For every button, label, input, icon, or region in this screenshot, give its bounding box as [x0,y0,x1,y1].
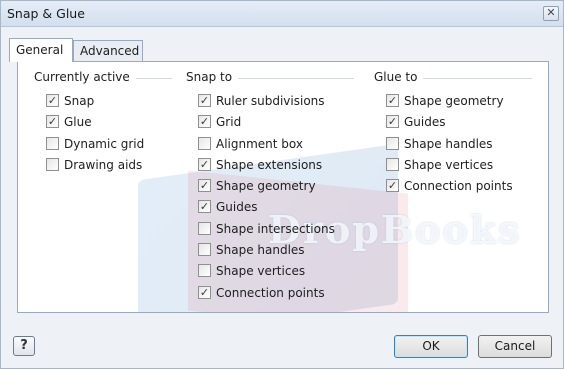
ok-button[interactable]: OK [394,335,468,358]
active-glue-label: Glue [64,115,92,130]
snap-alignment-box-option[interactable]: Alignment box [186,134,366,155]
snap-shape-vertices-option[interactable]: Shape vertices [186,261,366,282]
glue-guides-label: Guides [404,115,446,130]
currently-active-group: Currently active ✓ Snap ✓ Glue Dynamic grid D… [34,70,184,176]
active-snap-checkbox[interactable]: ✓ [46,94,59,107]
glue-shape-geometry-option[interactable]: ✓ Shape geometry [374,91,544,112]
general-tab-panel: DropBooks Currently active ✓ Snap ✓ Glue Dyn… [17,61,549,313]
snap-guides-option[interactable]: ✓ Guides [186,197,366,218]
glue-shape-handles-option[interactable]: Shape handles [374,134,544,155]
glue-shape-vertices-checkbox[interactable] [386,157,399,171]
close-button[interactable]: ✕ [543,6,559,21]
title-bar[interactable]: Snap & Glue ✕ [1,1,563,27]
currently-active-label: Currently active [34,70,136,84]
snap-alignment-box-checkbox[interactable] [198,136,211,150]
snap-shape-handles-label: Shape handles [216,243,305,258]
glue-to-header: Glue to [374,70,544,86]
snap-grid-option[interactable]: ✓ Grid [186,112,366,133]
glue-guides-checkbox[interactable]: ✓ [386,115,399,129]
help-button[interactable]: ? [13,336,35,356]
snap-ruler-subdivisions-checkbox[interactable]: ✓ [198,94,211,107]
snap-alignment-box-label: Alignment box [216,136,303,151]
snap-ruler-subdivisions-option[interactable]: ✓ Ruler subdivisions [186,91,366,112]
snap-shape-intersections-option[interactable]: Shape intersections [186,219,366,240]
snap-connection-points-option[interactable]: ✓ Connection points [186,283,366,304]
glue-shape-geometry-label: Shape geometry [404,94,504,108]
glue-connection-points-label: Connection points [404,179,513,194]
glue-shape-vertices-option[interactable]: Shape vertices [374,155,544,176]
glue-to-label: Glue to [374,70,424,84]
snap-shape-handles-checkbox[interactable] [198,243,211,257]
snap-shape-intersections-label: Shape intersections [216,221,335,236]
snap-shape-extensions-checkbox[interactable]: ✓ [198,157,211,171]
active-dynamic-grid-option[interactable]: Dynamic grid [34,134,184,155]
active-dynamic-grid-checkbox[interactable] [46,136,59,150]
snap-grid-label: Grid [216,115,242,130]
active-glue-option[interactable]: ✓ Glue [34,112,184,133]
active-snap-option[interactable]: ✓ Snap [34,91,184,112]
close-icon: ✕ [546,6,556,19]
snap-shape-geometry-checkbox[interactable]: ✓ [198,179,211,193]
glue-shape-handles-checkbox[interactable] [386,136,399,150]
snap-glue-dialog: Snap & Glue ✕ General Advanced DropBooks… [0,0,564,369]
snap-shape-extensions-label: Shape extensions [216,157,323,172]
glue-connection-points-option[interactable]: ✓ Connection points [374,176,544,197]
snap-shape-geometry-label: Shape geometry [216,179,316,194]
glue-connection-points-checkbox[interactable]: ✓ [386,179,399,193]
cancel-button[interactable]: Cancel [478,335,552,358]
snap-shape-vertices-checkbox[interactable] [198,264,211,278]
snap-guides-checkbox[interactable]: ✓ [198,200,211,214]
dialog-title: Snap & Glue [7,6,85,21]
snap-to-label: Snap to [186,70,239,84]
snap-to-header: Snap to [186,70,366,86]
glue-to-group: Glue to ✓ Shape geometry ✓ Guides Shape hand… [374,70,544,197]
snap-shape-vertices-label: Shape vertices [216,264,306,279]
glue-shape-geometry-checkbox[interactable]: ✓ [386,94,399,107]
glue-guides-option[interactable]: ✓ Guides [374,112,544,133]
active-glue-checkbox[interactable]: ✓ [46,115,59,129]
active-drawing-aids-label: Drawing aids [64,157,143,172]
snap-shape-intersections-checkbox[interactable] [198,221,211,235]
glue-shape-handles-label: Shape handles [404,136,493,151]
snap-connection-points-label: Connection points [216,285,325,300]
active-drawing-aids-option[interactable]: Drawing aids [34,155,184,176]
snap-shape-handles-option[interactable]: Shape handles [186,240,366,261]
snap-ruler-subdivisions-label: Ruler subdivisions [216,94,325,108]
snap-shape-extensions-option[interactable]: ✓ Shape extensions [186,155,366,176]
snap-shape-geometry-option[interactable]: ✓ Shape geometry [186,176,366,197]
currently-active-header: Currently active [34,70,184,86]
glue-shape-vertices-label: Shape vertices [404,157,494,172]
active-snap-label: Snap [64,94,95,108]
tab-advanced[interactable]: Advanced [73,40,143,62]
active-drawing-aids-checkbox[interactable] [46,157,59,171]
active-dynamic-grid-label: Dynamic grid [64,136,145,151]
snap-to-group: Snap to ✓ Ruler subdivisions ✓ Grid Alignmen… [186,70,366,304]
snap-connection-points-checkbox[interactable]: ✓ [198,285,211,299]
snap-grid-checkbox[interactable]: ✓ [198,115,211,129]
tab-general[interactable]: General [9,38,73,62]
help-icon: ? [20,338,28,353]
snap-guides-label: Guides [216,200,258,215]
